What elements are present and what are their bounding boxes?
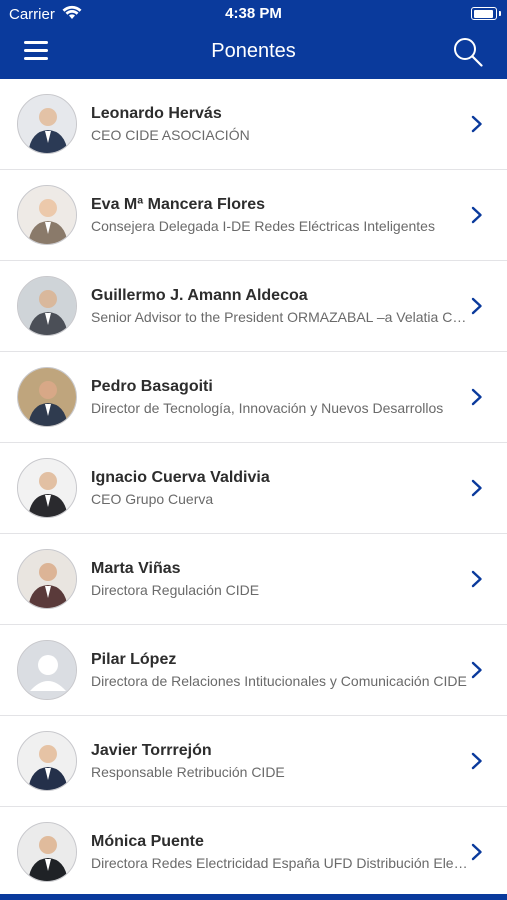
speaker-role: CEO Grupo Cuerva <box>91 491 214 507</box>
avatar <box>17 367 77 427</box>
search-icon[interactable] <box>453 37 483 67</box>
avatar <box>17 185 77 245</box>
battery-icon <box>471 7 501 20</box>
speaker-row[interactable]: Leonardo Hervás CEO CIDE ASOCIACIÓN <box>0 79 507 170</box>
speaker-role: Directora Redes Electricidad España UFD … <box>91 855 468 871</box>
chevron-right-icon <box>471 388 483 406</box>
page-title: Ponentes <box>211 40 296 62</box>
speaker-name: Marta Viñas <box>91 560 181 577</box>
speaker-name: Eva Mª Mancera Flores <box>91 196 265 213</box>
speaker-role: Consejera Delegada I-DE Redes Eléctricas… <box>91 218 435 234</box>
chevron-right-icon <box>471 115 483 133</box>
chevron-right-icon <box>471 479 483 497</box>
speaker-name: Guillermo J. Amann Aldecoa <box>91 287 308 304</box>
chevron-right-icon <box>471 206 483 224</box>
speaker-role: Directora Regulación CIDE <box>91 582 260 598</box>
speaker-name: Mónica Puente <box>91 833 204 850</box>
chevron-right-icon <box>471 752 483 770</box>
chevron-right-icon <box>471 843 483 861</box>
bottom-bar <box>0 894 507 900</box>
speaker-row[interactable]: Pedro Basagoiti Director de Tecnología, I… <box>0 352 507 443</box>
avatar <box>17 640 77 700</box>
speaker-row[interactable]: Pilar López Directora de Relaciones Intit… <box>0 625 507 716</box>
speaker-name: Pilar López <box>91 651 177 668</box>
speaker-name: Leonardo Hervás <box>91 105 222 122</box>
nav-bar: Carrier 4:38 PM Ponentes <box>0 0 507 79</box>
avatar <box>17 822 77 882</box>
speaker-name: Ignacio Cuerva Valdivia <box>91 469 270 486</box>
avatar <box>17 276 77 336</box>
speaker-role: Director de Tecnología, Innovación y Nue… <box>91 400 444 416</box>
speaker-role: CEO CIDE ASOCIACIÓN <box>91 127 250 143</box>
chevron-right-icon <box>471 661 483 679</box>
speaker-row[interactable]: Ignacio Cuerva Valdivia CEO Grupo Cuerva <box>0 443 507 534</box>
speaker-name: Javier Torrrejón <box>91 742 212 759</box>
avatar <box>17 549 77 609</box>
clock: 4:38 PM <box>225 5 282 22</box>
speaker-name: Pedro Basagoiti <box>91 378 213 395</box>
speaker-list: Leonardo Hervás CEO CIDE ASOCIACIÓN Eva Mª… <box>0 79 507 898</box>
status-bar: Carrier 4:38 PM <box>0 0 507 28</box>
chevron-right-icon <box>471 297 483 315</box>
speaker-row[interactable]: Guillermo J. Amann Aldecoa Senior Advisor… <box>0 261 507 352</box>
chevron-right-icon <box>471 570 483 588</box>
speaker-role: Responsable Retribución CIDE <box>91 764 285 780</box>
avatar <box>17 94 77 154</box>
speaker-row[interactable]: Eva Mª Mancera Flores Consejera Delegada … <box>0 170 507 261</box>
avatar <box>17 458 77 518</box>
speaker-row[interactable]: Mónica Puente Directora Redes Electricida… <box>0 807 507 898</box>
speaker-row[interactable]: Marta Viñas Directora Regulación CIDE <box>0 534 507 625</box>
avatar <box>17 731 77 791</box>
speaker-role: Directora de Relaciones Intitucionales y… <box>91 673 467 689</box>
speaker-row[interactable]: Javier Torrrejón Responsable Retribución … <box>0 716 507 807</box>
speaker-role: Senior Advisor to the President ORMAZABA… <box>91 309 467 325</box>
